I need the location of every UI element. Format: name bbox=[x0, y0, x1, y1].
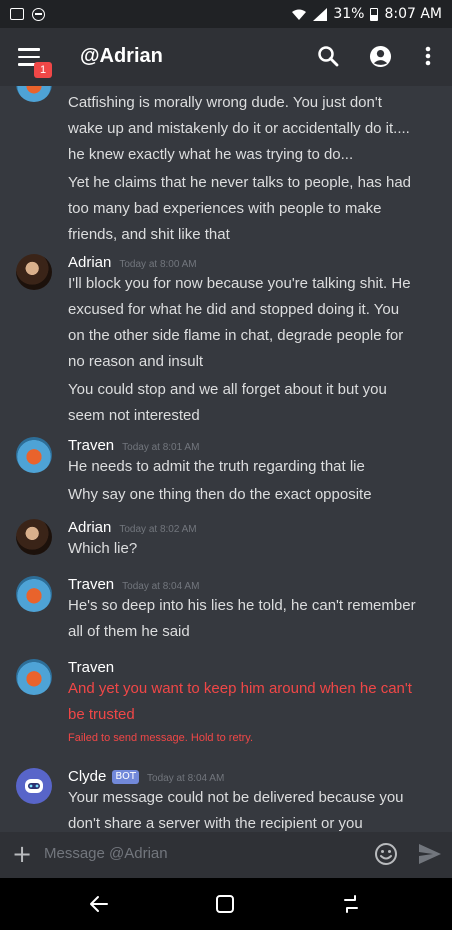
message-list[interactable]: Catfishing is morally wrong dude. You ju… bbox=[0, 86, 452, 832]
message-line: seem not interested bbox=[68, 407, 200, 424]
timestamp: Today at 8:01 AM bbox=[122, 442, 200, 453]
recents-icon[interactable] bbox=[341, 894, 361, 914]
author-name[interactable]: Traven bbox=[68, 659, 114, 676]
channel-title: @Adrian bbox=[80, 45, 163, 67]
failed-message-line[interactable]: be trusted bbox=[68, 702, 438, 728]
emoji-icon[interactable] bbox=[374, 842, 398, 866]
author-name[interactable]: Traven bbox=[68, 437, 114, 454]
message-input[interactable]: Message @Adrian bbox=[44, 845, 168, 862]
timestamp: Today at 8:00 AM bbox=[119, 259, 197, 270]
battery-icon bbox=[370, 7, 379, 21]
avatar[interactable] bbox=[16, 519, 52, 555]
wifi-icon bbox=[292, 9, 307, 20]
timestamp: Today at 8:04 AM bbox=[122, 581, 200, 592]
message-line: Catfishing is morally wrong dude. You ju… bbox=[68, 94, 382, 111]
avatar[interactable] bbox=[16, 437, 52, 473]
message-line: You could stop and we all forget about i… bbox=[68, 381, 387, 398]
message-line: on the other side flame in chat, degrade… bbox=[68, 327, 404, 344]
author-name[interactable]: Clyde bbox=[68, 768, 106, 785]
plus-icon[interactable]: + bbox=[12, 842, 32, 866]
message-group: Clyde BOT Today at 8:04 AM Your message co… bbox=[0, 766, 452, 832]
status-bar: 31% 8:07 AM bbox=[0, 0, 452, 28]
message-line: excused for what he did and stopped doin… bbox=[68, 301, 400, 318]
message-group: Adrian Today at 8:02 AM Which lie? bbox=[0, 517, 452, 562]
message-line: all of them he said bbox=[68, 623, 190, 640]
message-line: Why say one thing then do the exact oppo… bbox=[68, 486, 372, 503]
signal-icon bbox=[313, 7, 328, 21]
message-group: Catfishing is morally wrong dude. You ju… bbox=[0, 86, 452, 248]
author-name[interactable]: Adrian bbox=[68, 519, 111, 536]
message-line: don't share a server with the recipient … bbox=[68, 815, 363, 832]
bot-tag: BOT bbox=[112, 770, 140, 784]
timestamp: Today at 8:04 AM bbox=[147, 773, 225, 784]
avatar[interactable] bbox=[16, 576, 52, 612]
do-not-disturb-icon bbox=[32, 7, 45, 21]
message-group: Traven Today at 8:01 AM He needs to admit… bbox=[0, 435, 452, 508]
battery-percent: 31% bbox=[333, 6, 365, 22]
message-line: wake up and mistakenly do it or accident… bbox=[68, 120, 410, 137]
send-icon[interactable] bbox=[418, 843, 442, 865]
notification-badge: 1 bbox=[34, 62, 52, 78]
message-line: He's so deep into his lies he told, he c… bbox=[68, 597, 416, 614]
message-group: Traven Today at 8:04 AM He's so deep into… bbox=[0, 574, 452, 645]
account-icon[interactable] bbox=[369, 45, 392, 68]
message-line: too many bad experiences with people to … bbox=[68, 200, 382, 217]
avatar[interactable] bbox=[16, 86, 52, 102]
clock: 8:07 AM bbox=[384, 6, 442, 22]
message-line: Yet he claims that he never talks to peo… bbox=[68, 174, 412, 191]
message-composer: + Message @Adrian bbox=[0, 832, 452, 878]
message-group: Traven And yet you want to keep him arou… bbox=[0, 657, 452, 744]
home-icon[interactable] bbox=[215, 894, 235, 914]
avatar[interactable] bbox=[16, 254, 52, 290]
image-icon bbox=[10, 8, 24, 20]
failed-message-line[interactable]: And yet you want to keep him around when… bbox=[68, 676, 438, 702]
message-line: friends, and shit like that bbox=[68, 226, 230, 243]
clyde-bot-avatar[interactable] bbox=[16, 768, 52, 804]
robot-icon bbox=[25, 779, 43, 793]
avatar[interactable] bbox=[16, 659, 52, 695]
message-line: he knew exactly what he was trying to do… bbox=[68, 146, 354, 163]
app-bar: 1 @Adrian bbox=[0, 28, 452, 86]
search-icon[interactable] bbox=[317, 45, 339, 67]
failed-send-note[interactable]: Failed to send message. Hold to retry. bbox=[68, 732, 438, 744]
system-nav-bar bbox=[0, 878, 452, 930]
timestamp: Today at 8:02 AM bbox=[119, 524, 197, 535]
message-line: He needs to admit the truth regarding th… bbox=[68, 458, 365, 475]
message-line: I'll block you for now because you're ta… bbox=[68, 275, 411, 292]
author-name[interactable]: Adrian bbox=[68, 254, 111, 271]
message-line: Your message could not be delivered beca… bbox=[68, 789, 404, 806]
message-group: Adrian Today at 8:00 AM I'll block you fo… bbox=[0, 252, 452, 429]
more-vert-icon[interactable] bbox=[424, 45, 432, 67]
message-line: no reason and insult bbox=[68, 353, 204, 370]
author-name[interactable]: Traven bbox=[68, 576, 114, 593]
message-line: Which lie? bbox=[68, 540, 138, 557]
back-icon[interactable] bbox=[89, 894, 109, 914]
